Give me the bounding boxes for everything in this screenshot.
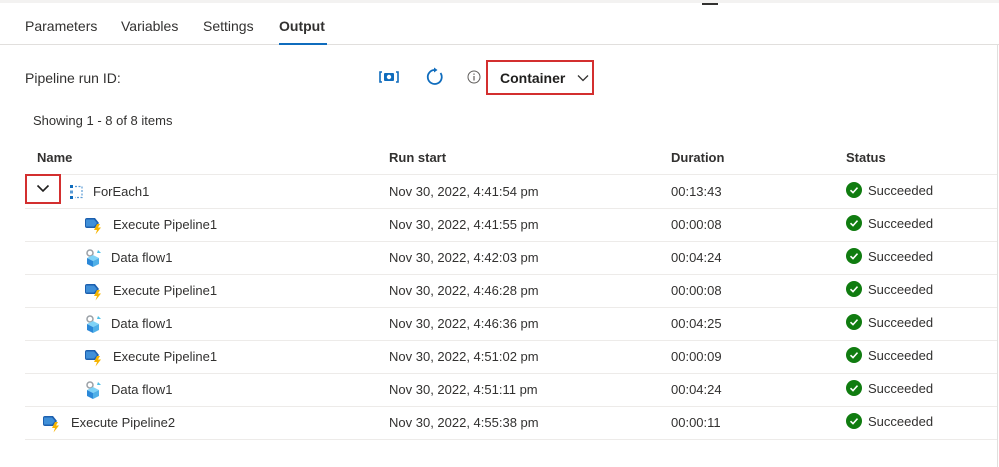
success-check-icon [846, 182, 862, 198]
chevron-down-icon [36, 180, 50, 198]
table-header: Name Run start Duration Status [25, 146, 997, 175]
status-text: Succeeded [868, 281, 934, 297]
run-start-cell: Nov 30, 2022, 4:42:03 pm [389, 250, 539, 265]
success-check-icon [846, 215, 862, 231]
duration-cell: 00:00:08 [671, 283, 722, 298]
activity-name-cell: Data flow1 [83, 241, 172, 274]
data-flow-icon [83, 248, 103, 268]
data-flow-icon [83, 314, 103, 334]
info-icon [467, 70, 481, 84]
expand-collapse-button[interactable] [25, 174, 61, 204]
activity-name: Execute Pipeline1 [113, 217, 218, 232]
run-start-cell: Nov 30, 2022, 4:51:02 pm [389, 349, 539, 364]
success-check-icon [846, 248, 862, 264]
panel-resize-handle[interactable] [702, 3, 718, 5]
status-cell: Succeeded [846, 248, 933, 264]
table-row[interactable]: ForEach1 Nov 30, 2022, 4:41:54 pm 00:13:43… [25, 174, 997, 209]
tab-output[interactable]: Output [279, 18, 325, 34]
activity-name: Data flow1 [111, 382, 173, 397]
status-text: Succeeded [868, 314, 934, 330]
run-start-cell: Nov 30, 2022, 4:46:28 pm [389, 283, 539, 298]
refresh-button[interactable] [424, 66, 446, 88]
table-row[interactable]: Data flow1 Nov 30, 2022, 4:42:03 pm 00:04:… [25, 241, 997, 275]
success-check-icon [846, 413, 862, 429]
top-divider [0, 0, 999, 3]
execute-pipeline-icon [83, 215, 105, 235]
duration-cell: 00:04:24 [671, 382, 722, 397]
execute-pipeline-icon [41, 413, 63, 433]
table-row[interactable]: Execute Pipeline2 Nov 30, 2022, 4:55:38 p… [25, 406, 997, 440]
copy-run-id-button[interactable] [378, 66, 400, 88]
status-cell: Succeeded [846, 182, 933, 198]
status-text: Succeeded [868, 248, 934, 264]
run-start-cell: Nov 30, 2022, 4:41:55 pm [389, 217, 539, 232]
run-start-cell: Nov 30, 2022, 4:55:38 pm [389, 415, 539, 430]
activity-name: Execute Pipeline1 [113, 283, 218, 298]
activity-name: Data flow1 [111, 250, 173, 265]
activity-name-cell: Data flow1 [83, 373, 172, 406]
execute-pipeline-icon [83, 281, 105, 301]
column-header-status[interactable]: Status [846, 150, 886, 165]
pipeline-run-id-label: Pipeline run ID: [25, 70, 121, 86]
duration-cell: 00:00:11 [671, 415, 721, 430]
activity-name-cell: Data flow1 [83, 307, 172, 340]
tab-bar: Parameters Variables Settings Output [0, 10, 999, 45]
run-start-cell: Nov 30, 2022, 4:51:11 pm [389, 382, 538, 397]
tab-parameters[interactable]: Parameters [25, 18, 97, 34]
duration-cell: 00:00:09 [671, 349, 722, 364]
table-row[interactable]: Execute Pipeline1 Nov 30, 2022, 4:46:28 p… [25, 274, 997, 308]
status-text: Succeeded [868, 347, 934, 363]
panel-border [997, 44, 998, 467]
success-check-icon [846, 380, 862, 396]
activity-name: ForEach1 [93, 184, 150, 199]
status-text: Succeeded [868, 215, 934, 231]
status-cell: Succeeded [846, 215, 933, 231]
status-cell: Succeeded [846, 413, 933, 429]
execute-pipeline-icon [83, 347, 105, 367]
status-cell: Succeeded [846, 380, 933, 396]
activity-name-cell: Execute Pipeline2 [41, 406, 175, 439]
status-text: Succeeded [868, 182, 934, 198]
success-check-icon [846, 281, 862, 297]
active-tab-indicator [279, 43, 327, 45]
table-row[interactable]: Data flow1 Nov 30, 2022, 4:51:11 pm 00:04:… [25, 373, 997, 407]
duration-cell: 00:04:24 [671, 250, 722, 265]
activity-name-cell: Execute Pipeline1 [83, 274, 217, 307]
duration-cell: 00:13:43 [671, 184, 722, 199]
container-dropdown-label: Container [500, 69, 566, 86]
activity-name: Execute Pipeline2 [71, 415, 176, 430]
status-text: Succeeded [868, 413, 934, 429]
items-count-text: Showing 1 - 8 of 8 items [33, 113, 173, 128]
tab-settings[interactable]: Settings [203, 18, 254, 34]
activity-name: Execute Pipeline1 [113, 349, 218, 364]
table-row[interactable]: Execute Pipeline1 Nov 30, 2022, 4:41:55 p… [25, 208, 997, 242]
container-dropdown[interactable]: Container [486, 60, 594, 95]
status-cell: Succeeded [846, 314, 933, 330]
success-check-icon [846, 347, 862, 363]
column-header-name[interactable]: Name [37, 150, 72, 165]
foreach-icon [69, 184, 85, 200]
activity-name-cell: ForEach1 [69, 175, 149, 208]
duration-cell: 00:00:08 [671, 217, 722, 232]
column-header-duration[interactable]: Duration [671, 150, 724, 165]
refresh-icon [426, 67, 443, 85]
status-cell: Succeeded [846, 347, 933, 363]
run-start-cell: Nov 30, 2022, 4:41:54 pm [389, 184, 539, 199]
run-start-cell: Nov 30, 2022, 4:46:36 pm [389, 316, 539, 331]
table-row[interactable]: Data flow1 Nov 30, 2022, 4:46:36 pm 00:04:… [25, 307, 997, 341]
data-flow-icon [83, 380, 103, 400]
activity-name-cell: Execute Pipeline1 [83, 340, 217, 373]
tab-variables[interactable]: Variables [121, 18, 178, 34]
status-text: Succeeded [868, 380, 934, 396]
activity-name: Data flow1 [111, 316, 173, 331]
status-cell: Succeeded [846, 281, 933, 297]
column-header-run-start[interactable]: Run start [389, 150, 446, 165]
chevron-down-icon [577, 74, 589, 81]
success-check-icon [846, 314, 862, 330]
table-row[interactable]: Execute Pipeline1 Nov 30, 2022, 4:51:02 p… [25, 340, 997, 374]
info-button[interactable] [463, 66, 485, 88]
copy-id-icon [379, 71, 399, 83]
duration-cell: 00:04:25 [671, 316, 722, 331]
activity-name-cell: Execute Pipeline1 [83, 208, 217, 241]
